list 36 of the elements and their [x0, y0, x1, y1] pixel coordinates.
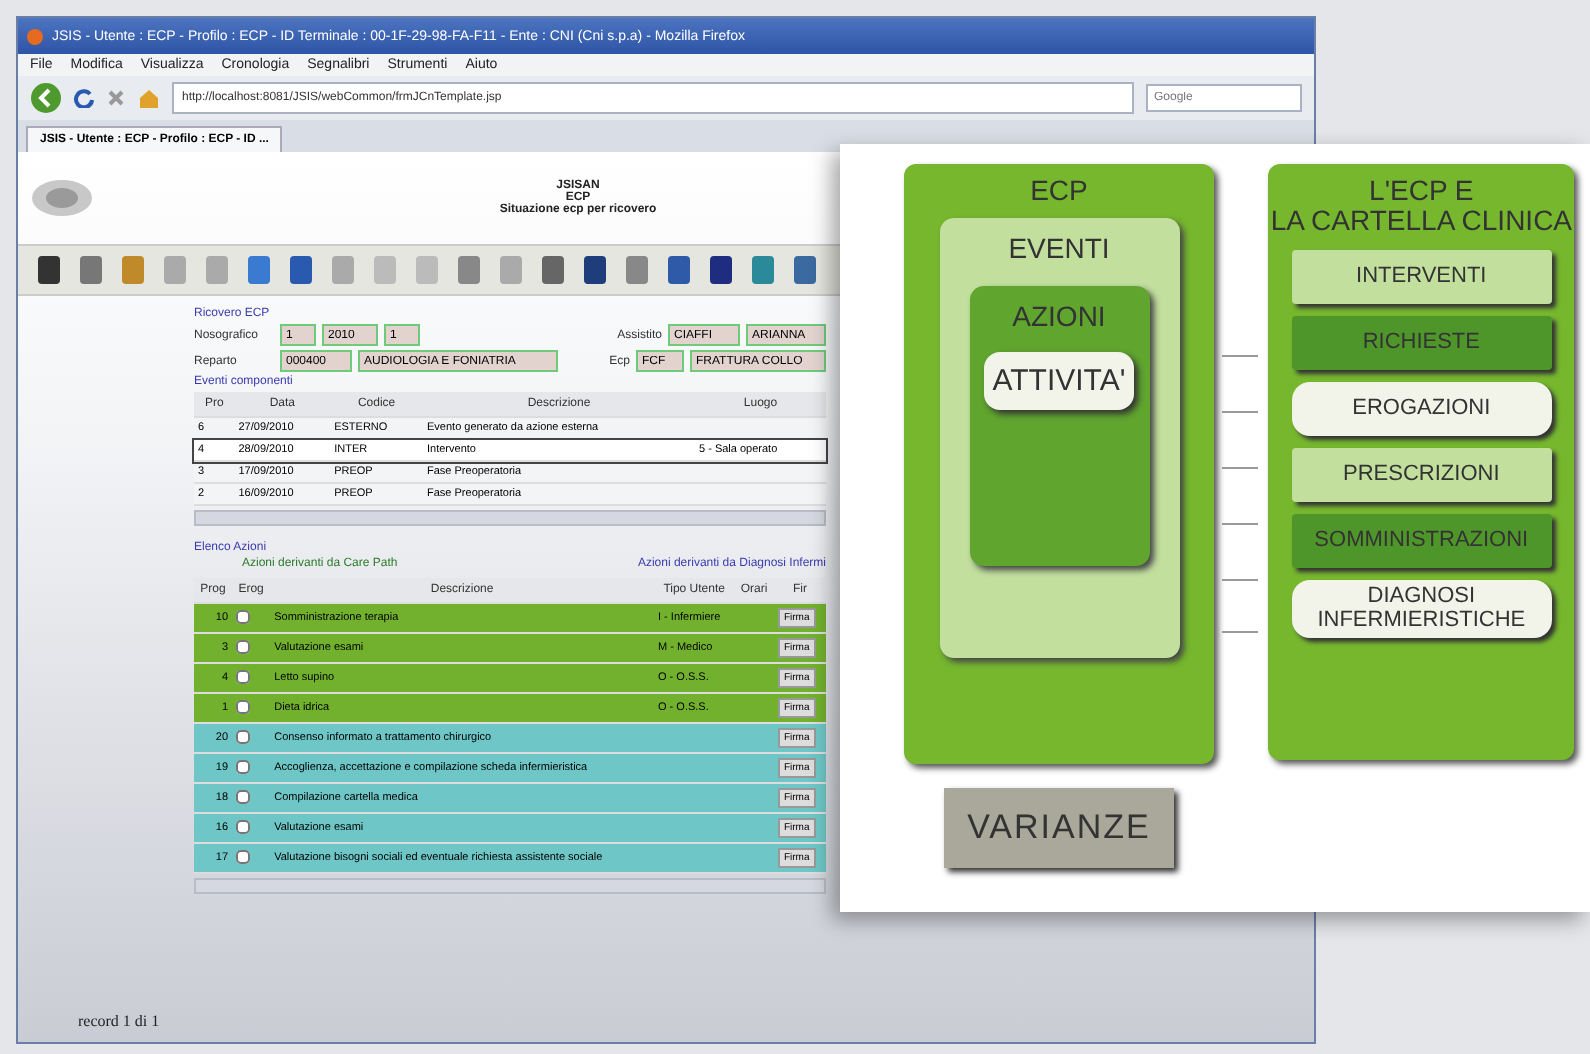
checkbox[interactable]	[236, 819, 251, 833]
scrollbar[interactable]	[194, 510, 826, 526]
panel-title: ECP	[1030, 176, 1088, 207]
toolbar-icon[interactable]	[664, 254, 694, 286]
box-title: EVENTI	[1008, 234, 1110, 266]
checkbox[interactable]	[236, 789, 251, 803]
toolbar-icon[interactable]	[538, 254, 568, 286]
record-item: SOMMINISTRAZIONI	[1291, 513, 1552, 568]
panel-title: L'ECP E LA CARTELLA CLINICA	[1270, 176, 1573, 238]
checkbox[interactable]	[236, 669, 251, 683]
back-icon[interactable]	[30, 82, 62, 114]
activity-box: ATTIVITA'	[984, 352, 1134, 411]
toolbar-icon[interactable]	[34, 254, 64, 286]
checkbox[interactable]	[236, 639, 251, 653]
record-item: INTERVENTI	[1291, 249, 1552, 304]
reload-icon[interactable]	[74, 88, 94, 108]
checkbox[interactable]	[236, 699, 251, 713]
record-item: RICHIESTE	[1291, 315, 1552, 370]
toolbar-icon[interactable]	[286, 254, 316, 286]
record-item: PRESCRIZIONI	[1291, 447, 1552, 502]
scrollbar[interactable]	[194, 878, 826, 894]
checkbox[interactable]	[236, 609, 251, 623]
stop-icon[interactable]	[106, 88, 126, 108]
record-item: EROGAZIONI	[1291, 381, 1552, 436]
record-item: DIAGNOSI INFERMIERISTICHE	[1291, 579, 1552, 639]
record-counter: record 1 di 1	[78, 1012, 162, 1030]
toolbar-icon[interactable]	[790, 254, 820, 286]
checkbox[interactable]	[236, 759, 251, 773]
browser-logo-icon	[26, 27, 44, 45]
box-title: AZIONI	[1012, 301, 1106, 333]
logo-icon	[30, 174, 94, 222]
toolbar-icon[interactable]	[706, 254, 736, 286]
checkbox[interactable]	[236, 729, 251, 743]
toolbar-icon[interactable]	[580, 254, 610, 286]
variances-box: VARIANZE	[943, 788, 1175, 868]
checkbox[interactable]	[236, 849, 251, 863]
